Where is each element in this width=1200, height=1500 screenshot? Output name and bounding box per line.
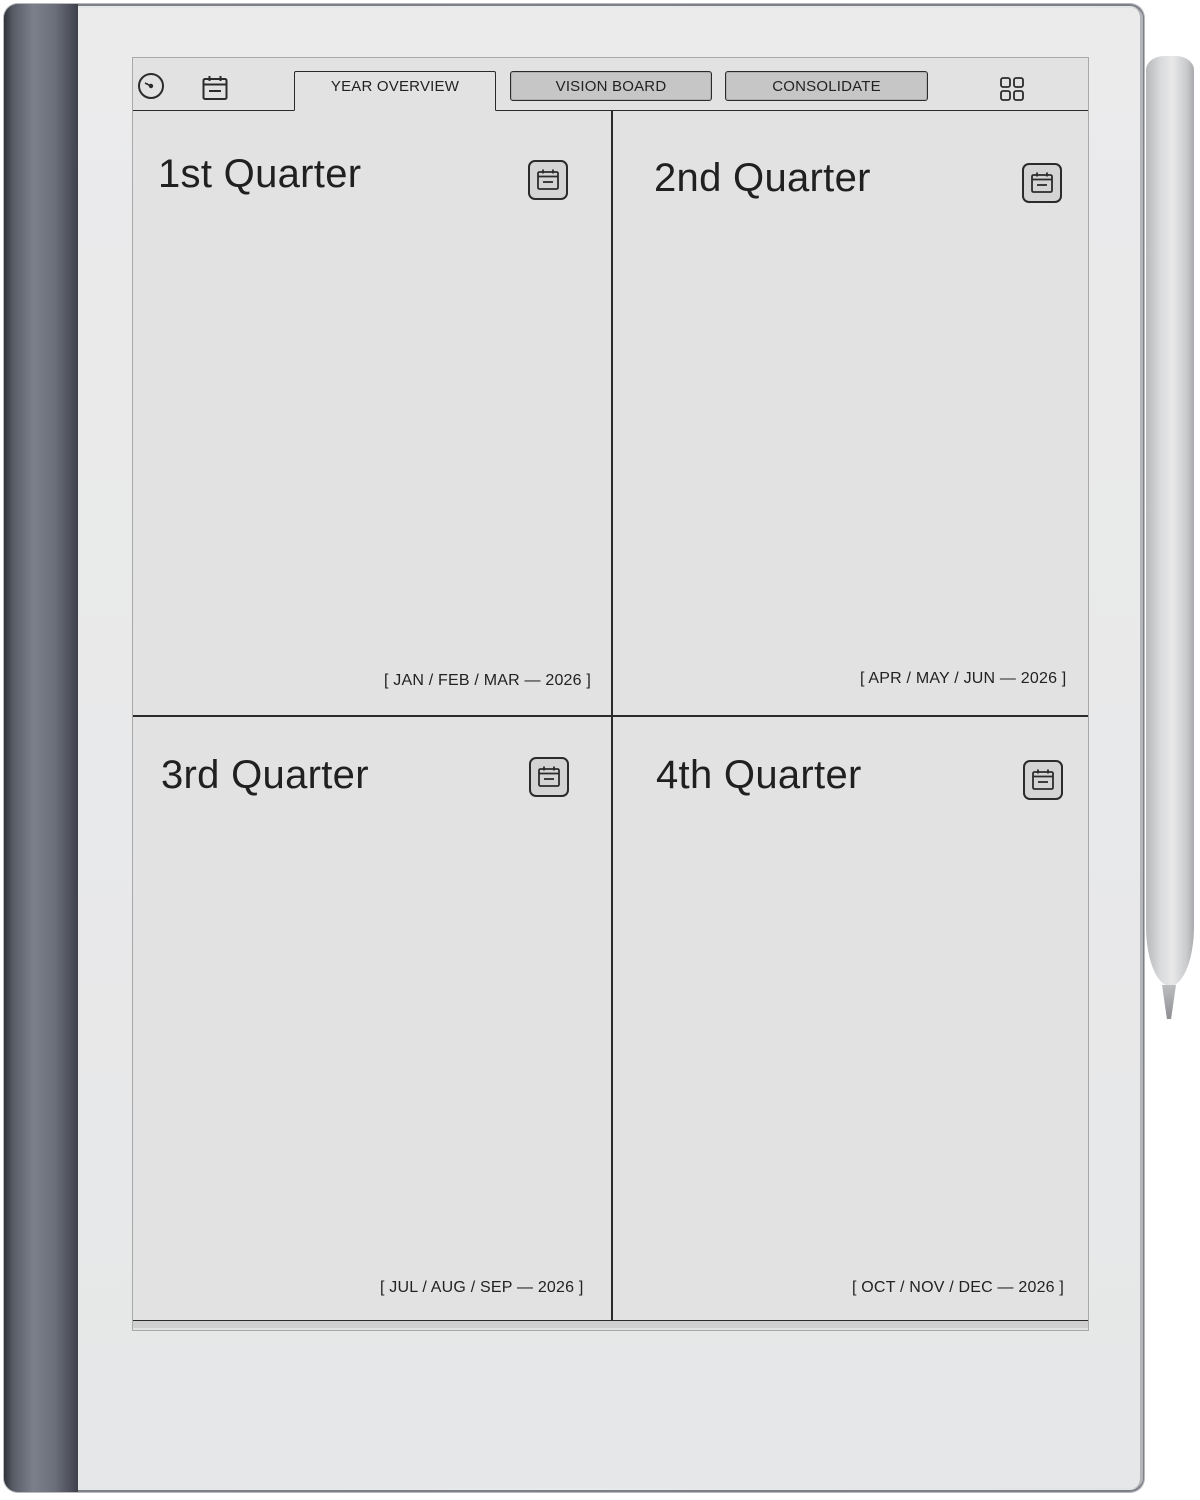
quarter-title: 4th Quarter [656, 753, 862, 797]
quarter-calendar-icon[interactable] [1023, 760, 1063, 800]
stylus-tip [1162, 985, 1176, 1019]
tablet-spine [4, 4, 78, 1492]
eink-screen: YEAR OVERVIEW VISION BOARD CONSOLIDATE 1… [132, 57, 1089, 1331]
calendar-icon[interactable] [200, 73, 230, 103]
quarter-date-range: [ JUL / AUG / SEP — 2026 ] [380, 1279, 584, 1296]
quarter-date-range: [ JAN / FEB / MAR — 2026 ] [384, 672, 592, 689]
tab-vision-board[interactable]: VISION BOARD [510, 71, 712, 101]
quarter-panel-2[interactable]: 2nd Quarter [ APR / MAY / JUN — 2026 ] [612, 110, 1090, 715]
tab-year-overview[interactable]: YEAR OVERVIEW [294, 71, 496, 111]
quarter-title: 3rd Quarter [161, 753, 369, 797]
top-navigation-bar: YEAR OVERVIEW VISION BOARD CONSOLIDATE [133, 58, 1088, 111]
quarter-grid: 1st Quarter [ JAN / FEB / MAR — 2026 ] 2… [133, 110, 1090, 1322]
quarter-calendar-icon[interactable] [1022, 163, 1062, 203]
quarter-panel-1[interactable]: 1st Quarter [ JAN / FEB / MAR — 2026 ] [133, 110, 611, 715]
quarter-panel-3[interactable]: 3rd Quarter [ JUL / AUG / SEP — 2026 ] [133, 717, 611, 1322]
tab-consolidate[interactable]: CONSOLIDATE [725, 71, 928, 101]
quarter-date-range: [ APR / MAY / JUN — 2026 ] [860, 670, 1067, 687]
bottom-border [133, 1320, 1088, 1328]
grid-icon[interactable] [997, 74, 1027, 104]
stylus-pen [1146, 56, 1194, 986]
clock-icon[interactable] [136, 71, 166, 101]
quarter-calendar-icon[interactable] [529, 757, 569, 797]
quarter-panel-4[interactable]: 4th Quarter [ OCT / NOV / DEC — 2026 ] [612, 717, 1090, 1322]
quarter-title: 1st Quarter [158, 152, 362, 196]
quarter-title: 2nd Quarter [654, 156, 871, 200]
quarter-calendar-icon[interactable] [528, 160, 568, 200]
quarter-date-range: [ OCT / NOV / DEC — 2026 ] [852, 1279, 1065, 1296]
